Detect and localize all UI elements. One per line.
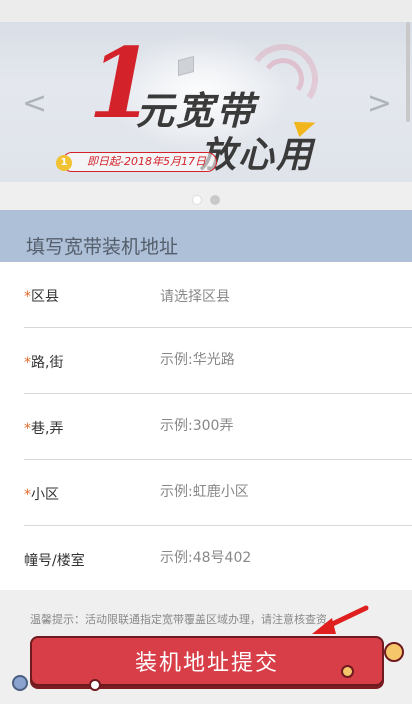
field-label: *巷,弄 [24, 421, 64, 437]
required-mark: * [24, 487, 31, 503]
banner-title-line2: 放心用 [200, 135, 315, 176]
scrollbar[interactable] [406, 22, 410, 122]
field-label: *路,街 [24, 355, 64, 371]
field-label: 幢号/楼室 [24, 553, 85, 569]
decor-circle [89, 679, 101, 691]
carousel-dots [0, 190, 412, 209]
road-input[interactable] [160, 346, 390, 374]
required-mark: * [24, 289, 31, 305]
paper-plane-icon [293, 115, 319, 137]
banner-date: 即日起-2018年5月17日 [62, 152, 217, 172]
section-title: 填写宽带装机地址 [26, 236, 179, 258]
required-mark: * [24, 421, 31, 437]
address-form: *区县 请选择区县 *路,街 *巷,弄 *小区 幢号/楼室 [0, 262, 412, 590]
coin-icon: 1 [56, 155, 72, 171]
field-label: *区县 [24, 289, 59, 305]
form-row-road: *路,街 [24, 328, 412, 394]
form-row-lane: *巷,弄 [24, 394, 412, 460]
submit-address-button[interactable]: 装机地址提交 [30, 636, 384, 686]
required-mark: * [24, 355, 31, 371]
tip-text: 温馨提示：活动限联通指定宽带覆盖区域办理，请注意核查资 [30, 613, 327, 626]
district-select[interactable]: 请选择区县 [160, 286, 230, 306]
pointer-arrow-icon [312, 605, 369, 634]
field-label: *小区 [24, 487, 59, 503]
promo-banner[interactable]: 1 元宽带 放心用 即日起-2018年5月17日 1 < > [0, 22, 412, 182]
decor-circle [341, 665, 354, 678]
carousel-prev-button[interactable]: < [22, 86, 47, 121]
lane-input[interactable] [160, 412, 390, 440]
community-input[interactable] [160, 478, 390, 506]
submit-area: 装机地址提交 [30, 636, 384, 686]
decor-circle [384, 642, 404, 662]
top-strip [0, 0, 412, 22]
decor-circle [12, 675, 28, 691]
carousel-dot-2[interactable] [209, 195, 220, 205]
form-row-building: 幢号/楼室 [24, 526, 412, 592]
carousel-next-button[interactable]: > [367, 86, 392, 121]
form-row-district: *区县 请选择区县 [24, 262, 412, 328]
building-input[interactable] [160, 544, 390, 572]
carousel-dot-1[interactable] [192, 195, 203, 205]
section-header: 填写宽带装机地址 [0, 210, 412, 262]
form-row-community: *小区 [24, 460, 412, 526]
